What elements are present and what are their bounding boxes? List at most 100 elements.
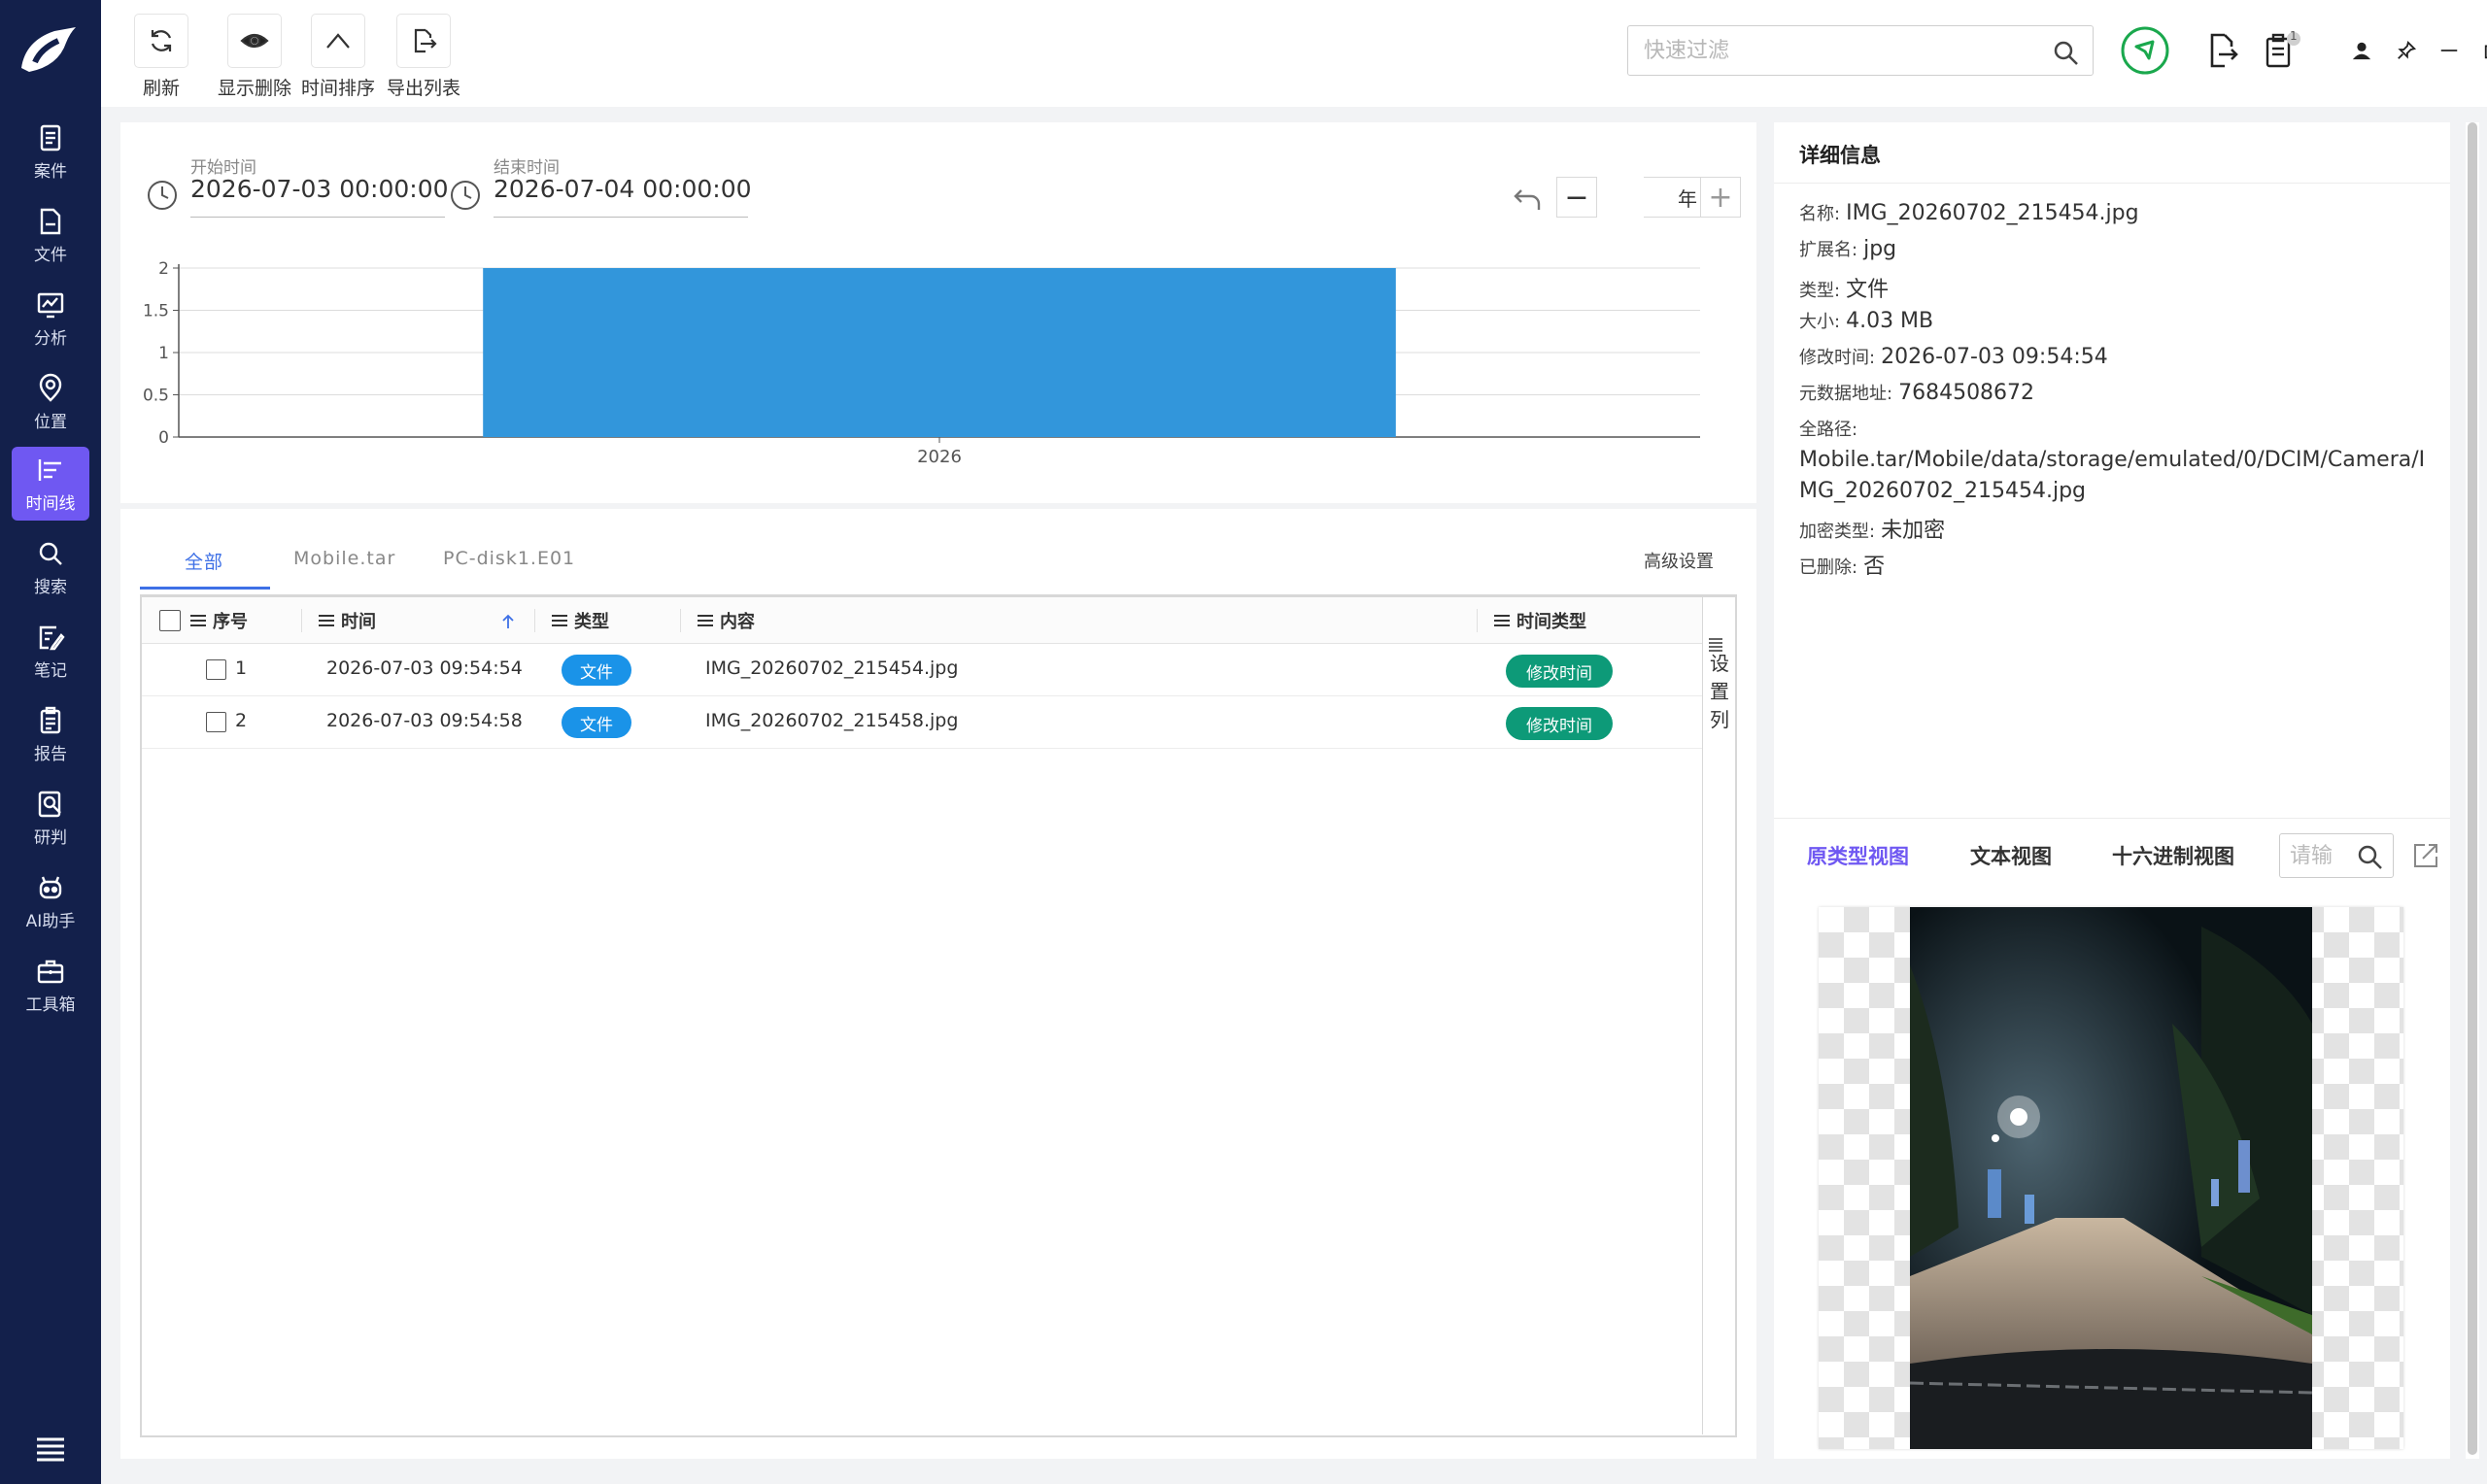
- detail-scrollbar-thumb[interactable]: [2468, 122, 2477, 1455]
- minimize-button[interactable]: [2436, 25, 2462, 76]
- row-checkbox[interactable]: [206, 659, 226, 680]
- row-type-badge: 文件: [562, 707, 631, 738]
- detail-value: 4.03 MB: [1846, 309, 1934, 333]
- zoom-out-button[interactable]: −: [1556, 177, 1597, 218]
- file-export-button[interactable]: [2205, 25, 2240, 76]
- export-icon: [414, 28, 437, 53]
- detail-key: 已删除:: [1799, 557, 1858, 578]
- detail-value: 否: [1863, 555, 1886, 579]
- tab-hex-view[interactable]: 十六进制视图: [2112, 841, 2234, 870]
- column-header-index[interactable]: 序号: [190, 597, 248, 644]
- column-header-time[interactable]: 时间: [319, 597, 376, 644]
- column-menu-icon: [1494, 612, 1510, 629]
- quick-filter-input[interactable]: [1644, 36, 2032, 65]
- view-search-input[interactable]: [2290, 842, 2348, 869]
- user-button[interactable]: [2349, 25, 2374, 76]
- timeline-chart-panel: 开始时间 2026-07-03 00:00:00 结束时间 2026-07-04…: [120, 122, 1756, 503]
- column-header-content[interactable]: 内容: [698, 597, 755, 644]
- chart-bar: [483, 268, 1396, 437]
- column-label: 时间类型: [1516, 612, 1586, 632]
- tab-all[interactable]: 全部: [185, 548, 223, 574]
- detail-key: 全路径:: [1799, 420, 1858, 440]
- tab-text-view[interactable]: 文本视图: [1970, 841, 2052, 870]
- sidebar-item-note[interactable]: 笔记: [12, 614, 89, 688]
- sidebar-item-label: 工具箱: [25, 995, 76, 1015]
- row-content: IMG_20260702_215458.jpg: [705, 710, 959, 731]
- detail-value: 文件: [1846, 278, 1890, 302]
- hamburger-menu-icon[interactable]: [33, 1435, 68, 1463]
- table-row[interactable]: 1 2026-07-03 09:54:54 文件 IMG_20260702_21…: [142, 644, 1704, 696]
- zoom-in-button[interactable]: +: [1700, 177, 1741, 218]
- row-time: 2026-07-03 09:54:58: [326, 710, 523, 731]
- column-divider[interactable]: [680, 609, 681, 632]
- divider: [1774, 183, 2450, 184]
- clipboard-icon: [2266, 32, 2300, 68]
- sidebar-item-timeline[interactable]: 时间线: [12, 447, 89, 521]
- tab-native-view[interactable]: 原类型视图: [1807, 841, 1909, 870]
- detail-key: 加密类型:: [1799, 522, 1876, 542]
- column-header-time-type[interactable]: 时间类型: [1494, 597, 1586, 644]
- sidebar-item-toolbox[interactable]: 工具箱: [12, 948, 89, 1022]
- set-columns-button[interactable]: 设置列: [1702, 597, 1735, 1434]
- sidebar-item-label: 分析: [34, 328, 67, 349]
- sidebar-item-search[interactable]: 搜索: [12, 530, 89, 604]
- quick-filter-search[interactable]: [1627, 25, 2094, 76]
- open-external-icon[interactable]: [2411, 841, 2440, 870]
- view-search[interactable]: [2279, 833, 2394, 878]
- export-list-button[interactable]: 导出列表: [387, 14, 460, 100]
- column-header-type[interactable]: 类型: [552, 597, 609, 644]
- app-window: 案件 文件 分析 位置 时间线 搜索 笔记 报告 研判 AI助手 工具箱 刷新 …: [0, 0, 2487, 1484]
- refresh-button-box: [134, 14, 188, 68]
- search-icon[interactable]: [2356, 843, 2383, 870]
- sort-ascending-icon[interactable]: [501, 613, 515, 630]
- sidebar-item-label: 研判: [34, 827, 67, 848]
- column-divider[interactable]: [1477, 609, 1478, 632]
- x-tick-label: 2026: [917, 447, 962, 467]
- zoom-in-label: +: [1708, 180, 1733, 215]
- show-deleted-button[interactable]: 显示删除: [218, 14, 291, 100]
- pin-button[interactable]: [2394, 25, 2419, 76]
- table-row[interactable]: 2 2026-07-03 09:54:58 文件 IMG_20260702_21…: [142, 696, 1704, 749]
- column-divider[interactable]: [534, 609, 535, 632]
- image-preview[interactable]: [1819, 907, 2403, 1449]
- task-badge: 1: [2290, 29, 2298, 43]
- task-list-button[interactable]: 1: [2264, 25, 2306, 76]
- time-sort-button[interactable]: 时间排序: [301, 14, 375, 100]
- zoom-controls: − 年 +: [120, 177, 1756, 218]
- sidebar-item-label: 笔记: [34, 660, 67, 681]
- column-label: 序号: [213, 612, 248, 632]
- restore-icon: [2484, 45, 2487, 59]
- status-shield-button[interactable]: [2120, 25, 2170, 76]
- time-sort-label: 时间排序: [301, 78, 376, 99]
- search-icon[interactable]: [2052, 39, 2079, 66]
- detail-metadata-address: 元数据地址: 7684508672: [1799, 380, 2034, 405]
- note-icon: [39, 625, 65, 650]
- y-tick-label: 0: [158, 428, 169, 448]
- sidebar-item-judge[interactable]: 研判: [12, 781, 89, 855]
- eye-icon: [240, 33, 269, 49]
- sidebar-item-case[interactable]: 案件: [12, 115, 89, 188]
- restore-button[interactable]: [2481, 25, 2487, 76]
- refresh-label: 刷新: [142, 78, 180, 99]
- divider: [1774, 818, 2450, 819]
- undo-icon[interactable]: [1512, 181, 1545, 214]
- tab-pc-disk[interactable]: PC-disk1.E01: [443, 548, 575, 569]
- detail-type: 类型: 文件: [1799, 272, 1889, 303]
- sidebar-item-file[interactable]: 文件: [12, 198, 89, 272]
- case-icon: [40, 124, 61, 151]
- sidebar-item-report[interactable]: 报告: [12, 697, 89, 771]
- refresh-button[interactable]: 刷新: [134, 14, 188, 100]
- toolbox-icon: [37, 960, 64, 983]
- sidebar-item-analysis[interactable]: 分析: [12, 282, 89, 355]
- column-divider[interactable]: [301, 609, 302, 632]
- row-checkbox[interactable]: [206, 712, 226, 732]
- sidebar-item-label: 文件: [34, 245, 67, 265]
- sidebar-item-ai-assistant[interactable]: AI助手: [12, 864, 89, 938]
- tab-mobile-tar[interactable]: Mobile.tar: [293, 548, 395, 569]
- select-all-checkbox[interactable]: [159, 597, 181, 644]
- advanced-settings-link[interactable]: 高级设置: [1644, 548, 1714, 573]
- export-list-button-box: [396, 14, 451, 68]
- sidebar-item-location[interactable]: 位置: [12, 365, 89, 439]
- column-menu-icon: [552, 612, 567, 629]
- event-list-panel: 全部 Mobile.tar PC-disk1.E01 高级设置 序号 时间 类型…: [120, 509, 1756, 1459]
